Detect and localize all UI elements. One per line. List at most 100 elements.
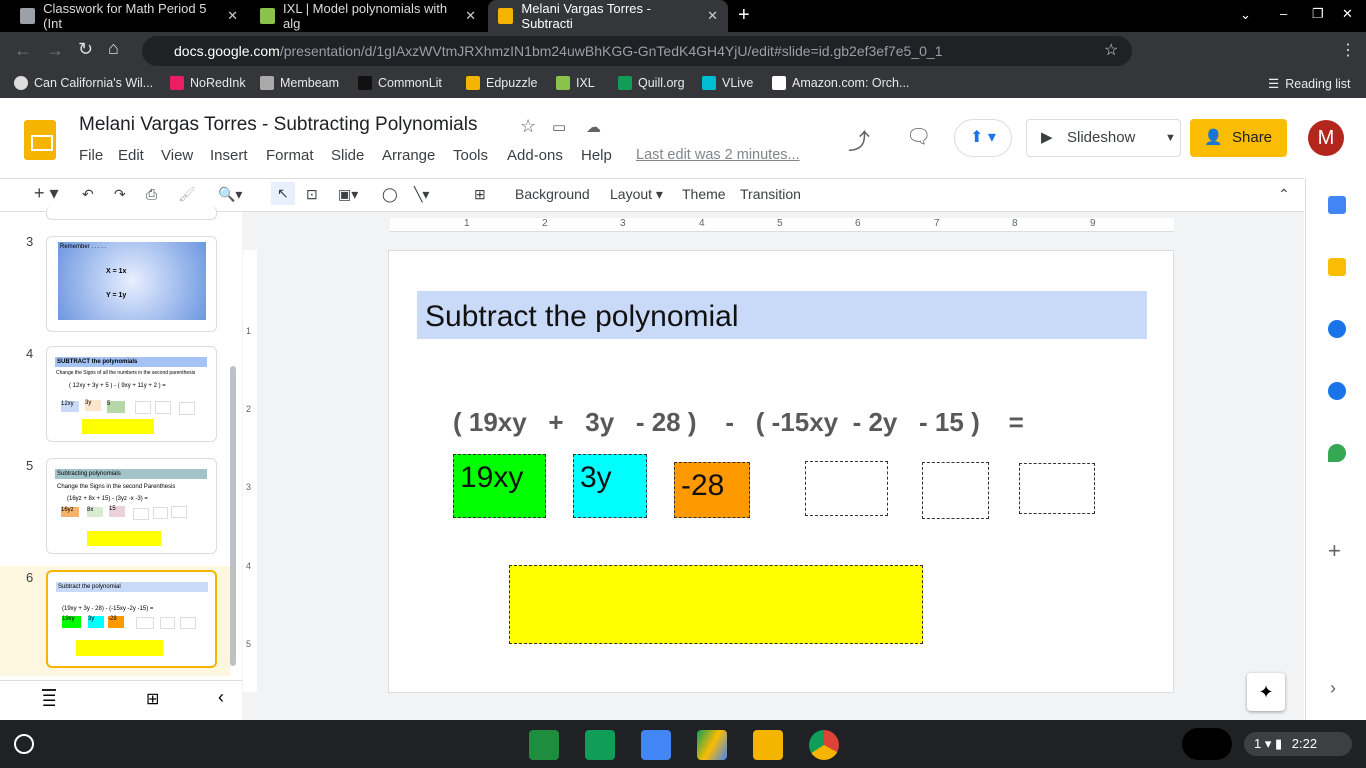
redo-icon[interactable]: ↷ — [114, 186, 126, 203]
slide-thumbnail-6-selected[interactable]: Subtract the polynomial (19xy + 3y - 28)… — [46, 570, 217, 668]
slides-logo-icon[interactable] — [24, 120, 56, 160]
tile-3y[interactable]: 3y — [573, 454, 647, 518]
slide-thumbnail-3[interactable]: Remember . . . . . X = 1x Y = 1y — [46, 236, 217, 332]
menu-tools[interactable]: Tools — [453, 147, 488, 164]
answer-box[interactable] — [509, 565, 923, 644]
layout-button[interactable]: Layout ▾ — [610, 186, 663, 203]
select-cursor-icon[interactable]: ↖ — [271, 182, 295, 205]
url-input[interactable]: docs.google.com/presentation/d/1gIAxzWVt… — [142, 36, 1132, 66]
forward-icon[interactable]: → — [46, 40, 64, 61]
paint-format-icon[interactable]: 🖌 — [178, 186, 196, 203]
cloud-status-icon[interactable]: ☁ — [586, 118, 601, 136]
bookmark-item[interactable]: Can California's Wil... — [14, 76, 153, 90]
slide-thumbnail-2[interactable] — [46, 206, 217, 220]
bookmark-item[interactable]: Quill.org — [618, 76, 685, 90]
star-icon[interactable]: ☆ — [520, 116, 536, 137]
minimize-button[interactable]: – — [1280, 6, 1287, 21]
close-tab-icon[interactable]: ✕ — [227, 8, 238, 24]
add-addon-icon[interactable]: + — [1328, 538, 1341, 564]
comments-icon[interactable]: 🗨 — [906, 124, 931, 149]
explore-icon[interactable]: ✦ — [1247, 673, 1285, 711]
shape-icon[interactable]: ◯ — [382, 186, 398, 203]
close-window-button[interactable]: ✕ — [1342, 6, 1353, 22]
bookmark-item[interactable]: Amazon.com: Orch... — [772, 76, 909, 90]
horizontal-ruler[interactable]: 123456789 — [390, 218, 1174, 232]
grid-view-icon[interactable]: ⊞ — [146, 689, 159, 709]
chrome-app-icon[interactable] — [809, 730, 839, 760]
new-tab-button[interactable]: + — [738, 4, 750, 27]
menu-edit[interactable]: Edit — [118, 147, 144, 164]
meet-present-button[interactable]: ⬆ ▾ — [954, 119, 1012, 157]
reading-list[interactable]: ☰ Reading list — [1268, 76, 1351, 92]
avatar[interactable]: M — [1308, 120, 1344, 156]
bookmark-item[interactable]: Membeam — [260, 76, 339, 90]
chrome-menu-icon[interactable]: ⋮ — [1340, 40, 1356, 60]
reload-icon[interactable]: ↻ — [78, 39, 93, 60]
user-thumbnail[interactable] — [1182, 728, 1232, 760]
bookmark-item[interactable]: NoRedInk — [170, 76, 246, 90]
maps-icon[interactable] — [1328, 444, 1346, 462]
bookmark-star-icon[interactable]: ☆ — [1104, 40, 1118, 60]
chevron-down-icon[interactable]: ▼ — [1165, 120, 1176, 156]
last-edit-link[interactable]: Last edit was 2 minutes... — [636, 147, 800, 163]
status-tray[interactable]: 1 ▾ ▮ 2:22 — [1244, 732, 1352, 756]
empty-answer-box[interactable] — [805, 461, 888, 516]
close-tab-icon[interactable]: ✕ — [707, 8, 718, 24]
bookmark-item[interactable]: CommonLit — [358, 76, 442, 90]
tab-ixl[interactable]: IXL | Model polynomials with alg ✕ — [250, 0, 486, 32]
move-folder-icon[interactable]: ▭ — [552, 118, 566, 136]
new-slide-button[interactable]: + ▾ — [34, 183, 59, 204]
tile-19xy[interactable]: 19xy — [453, 454, 546, 518]
bookmark-item[interactable]: Edpuzzle — [466, 76, 537, 90]
docs-app-icon[interactable] — [641, 730, 671, 760]
slide-thumbnail-4[interactable]: SUBTRACT the polynomials Change the Sign… — [46, 346, 217, 442]
polynomial-expression[interactable]: ( 19xy + 3y - 28 ) - ( -15xy - 2y - 15 )… — [453, 407, 1024, 438]
filmstrip-scrollbar[interactable] — [230, 366, 236, 666]
home-icon[interactable]: ⌂ — [108, 38, 119, 59]
text-box-icon[interactable]: ⊡ — [306, 186, 318, 203]
image-icon[interactable]: ▣▾ — [338, 186, 358, 203]
tab-classwork[interactable]: Classwork for Math Period 5 (Int ✕ — [10, 0, 248, 32]
menu-format[interactable]: Format — [266, 147, 314, 164]
tile-minus-28[interactable]: -28 — [674, 462, 750, 518]
maximize-button[interactable]: ❐ — [1312, 6, 1324, 22]
slide-thumbnail-5[interactable]: Subtracting polynomials Change the Signs… — [46, 458, 217, 554]
background-button[interactable]: Background — [515, 186, 590, 202]
expand-panel-icon[interactable]: › — [1330, 678, 1336, 699]
filmstrip-view-icon[interactable]: ☰ — [42, 689, 57, 711]
menu-insert[interactable]: Insert — [210, 147, 248, 164]
slide-title[interactable]: Subtract the polynomial — [417, 291, 1147, 339]
slideshow-button[interactable]: ▶ Slideshow ▼ — [1026, 119, 1181, 157]
menu-help[interactable]: Help — [581, 147, 612, 164]
sheets-app-icon[interactable] — [585, 730, 615, 760]
menu-slide[interactable]: Slide — [331, 147, 364, 164]
empty-answer-box[interactable] — [922, 462, 989, 519]
menu-file[interactable]: File — [79, 147, 103, 164]
transition-button[interactable]: Transition — [740, 186, 801, 202]
comment-add-icon[interactable]: ⊞ — [474, 186, 486, 203]
tab-slides[interactable]: Melani Vargas Torres - Subtracti ✕ — [488, 0, 728, 32]
back-icon[interactable]: ← — [14, 40, 32, 61]
vertical-ruler[interactable]: 12345 — [243, 250, 257, 692]
bookmark-item[interactable]: IXL — [556, 76, 595, 90]
undo-icon[interactable]: ↶ — [82, 186, 94, 203]
bookmark-item[interactable]: VLive — [702, 76, 753, 90]
classroom-app-icon[interactable] — [529, 730, 559, 760]
tasks-icon[interactable] — [1328, 320, 1346, 338]
tab-search-icon[interactable]: ⌄ — [1240, 7, 1251, 23]
document-title[interactable]: Melani Vargas Torres - Subtracting Polyn… — [79, 114, 477, 136]
slides-app-icon[interactable] — [753, 730, 783, 760]
contacts-icon[interactable] — [1328, 382, 1346, 400]
menu-view[interactable]: View — [161, 147, 193, 164]
share-button[interactable]: 👤 Share — [1190, 119, 1287, 157]
zoom-icon[interactable]: 🔍▾ — [218, 186, 242, 203]
close-tab-icon[interactable]: ✕ — [465, 8, 476, 24]
empty-answer-box[interactable] — [1019, 463, 1095, 514]
slide[interactable]: Subtract the polynomial ( 19xy + 3y - 28… — [388, 250, 1174, 693]
collapse-toolbar-icon[interactable]: ⌃ — [1278, 186, 1290, 203]
line-icon[interactable]: ╲▾ — [414, 186, 429, 203]
launcher-icon[interactable] — [14, 734, 34, 754]
activity-trend-icon[interactable]: ⤴ — [848, 124, 870, 156]
print-icon[interactable]: ⎙ — [146, 186, 157, 203]
menu-arrange[interactable]: Arrange — [382, 147, 435, 164]
